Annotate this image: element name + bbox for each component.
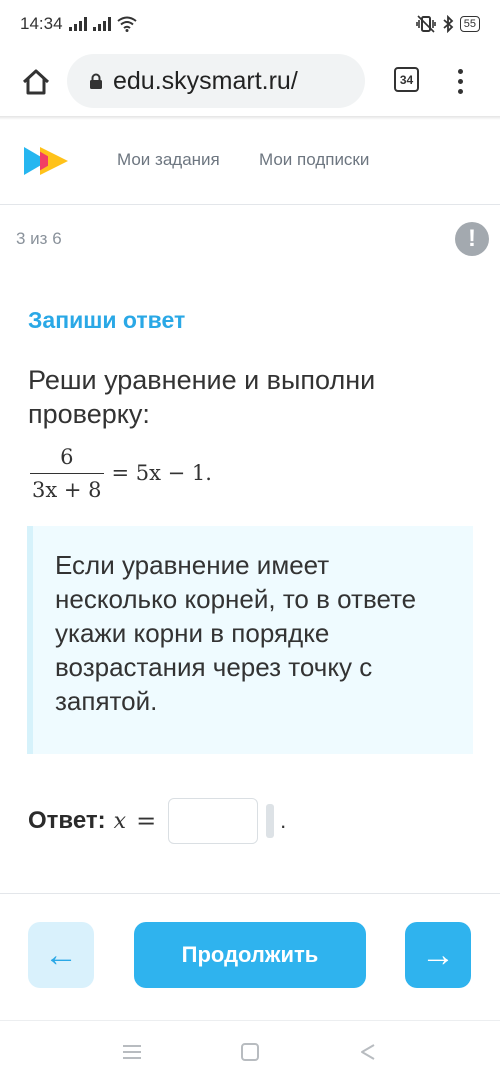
hint-text: Если уравнение имеет несколько корней, т… [55, 550, 417, 716]
status-time: 14:34 [20, 14, 63, 33]
signal-icon [68, 17, 87, 31]
url-text: edu.skysmart.ru/ [113, 66, 298, 95]
equation-rhs: = 5x − 1. [111, 461, 212, 485]
task-prompt: Реши уравнение и выполни проверку: [28, 365, 376, 429]
home-button[interactable] [16, 62, 56, 102]
answer-label: Ответ: [28, 807, 106, 834]
equation-fraction: 6 3x + 8 [30, 445, 104, 502]
bluetooth-icon [443, 15, 454, 33]
task-title: Запиши ответ [28, 307, 186, 333]
nav-link-my-tasks[interactable]: Мои задания [117, 150, 220, 170]
vibrate-icon [415, 15, 436, 33]
nav-link-my-subscriptions[interactable]: Мои подписки [259, 150, 369, 170]
task-progress: 3 из 6 [16, 229, 62, 248]
back-system-button[interactable] [355, 1039, 381, 1065]
equation-numerator: 6 [60, 444, 74, 469]
arrow-left-icon: ← [44, 935, 78, 974]
recent-apps-button[interactable] [119, 1039, 145, 1065]
answer-variable: x [113, 808, 127, 834]
header-divider [0, 204, 500, 205]
arrow-right-icon: → [421, 935, 455, 974]
answer-input[interactable] [168, 798, 259, 844]
next-button[interactable]: → [405, 922, 471, 988]
site-header: Мои задания Мои подписки [0, 120, 500, 204]
home-icon [22, 69, 50, 95]
answer-equals: = [136, 807, 157, 835]
input-handle [266, 804, 275, 838]
tab-switcher-button[interactable]: 34 [394, 67, 419, 92]
system-navigation-bar [0, 1020, 500, 1083]
answer-period: . [280, 808, 287, 833]
continue-button[interactable]: Продолжить [134, 922, 366, 988]
home-system-button[interactable] [237, 1039, 263, 1065]
answer-row: Ответ: x = . [28, 797, 286, 845]
menu-icon [123, 1045, 141, 1059]
footer-divider [0, 893, 500, 894]
status-bar: 14:34 55 [0, 0, 500, 48]
overflow-menu-button[interactable] [448, 62, 472, 100]
square-icon [241, 1043, 259, 1061]
wifi-icon [116, 16, 137, 32]
equation-denominator: 3x + 8 [30, 472, 104, 502]
skysmart-logo[interactable] [22, 144, 70, 178]
report-problem-button[interactable]: ! [455, 222, 489, 256]
equation: 6 3x + 8 = 5x − 1. [30, 440, 212, 506]
lock-icon [90, 73, 102, 89]
browser-toolbar: edu.skysmart.ru/ 34 [0, 48, 500, 116]
address-bar[interactable]: edu.skysmart.ru/ [67, 54, 365, 108]
back-triangle-icon [361, 1044, 375, 1060]
hint-box: Если уравнение имеет несколько корней, т… [27, 526, 473, 754]
battery-icon: 55 [459, 16, 480, 32]
signal-icon-2 [92, 17, 111, 31]
previous-button[interactable]: ← [28, 922, 94, 988]
